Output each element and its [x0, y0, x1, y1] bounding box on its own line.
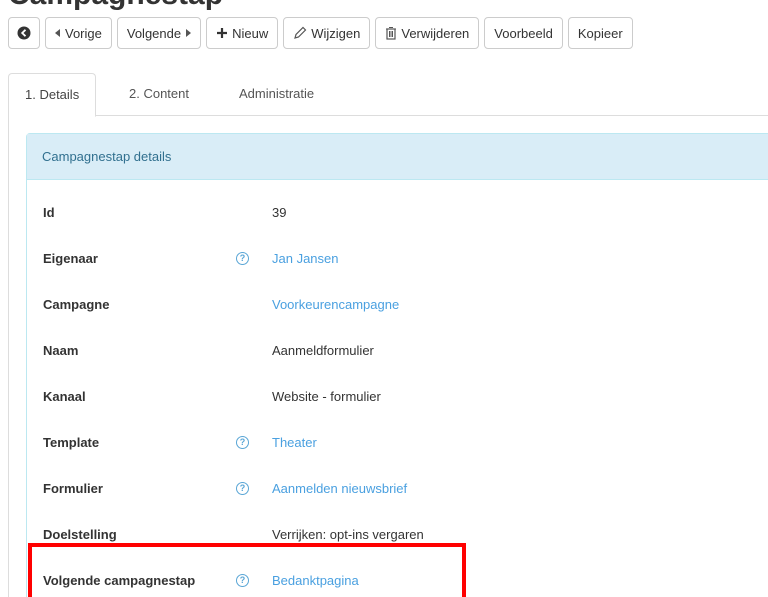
detail-value: Verrijken: opt-ins vergaren — [272, 526, 424, 542]
previous-button[interactable]: Vorige — [45, 17, 112, 49]
detail-label: Naam — [43, 342, 79, 358]
panel-title: Campagnestap details — [27, 134, 768, 180]
detail-row-doelstelling: Doelstelling Verrijken: opt-ins vergaren — [27, 511, 768, 557]
trash-icon — [385, 26, 397, 40]
toolbar: Vorige Volgende Nieuw Wijzigen Verwijder… — [8, 17, 633, 49]
help-icon[interactable]: ? — [236, 573, 249, 587]
next-button-label: Volgende — [126, 25, 182, 41]
page: Campagnestap Vorige Volgende Nieuw — [0, 0, 768, 597]
new-button-label: Nieuw — [232, 25, 269, 41]
edit-button[interactable]: Wijzigen — [283, 17, 371, 49]
copy-button[interactable]: Kopieer — [567, 17, 633, 49]
detail-label: Id — [43, 204, 55, 220]
template-link[interactable]: Theater — [272, 435, 317, 450]
detail-row-volgende-campagnestap: Volgende campagnestap ? Bedanktpagina — [27, 557, 768, 597]
plus-icon — [216, 27, 228, 39]
help-icon[interactable]: ? — [236, 481, 249, 495]
detail-row-naam: Naam Aanmeldformulier — [27, 327, 768, 373]
detail-label: Volgende campagnestap — [43, 572, 196, 588]
detail-row-kanaal: Kanaal Website - formulier — [27, 373, 768, 419]
next-button[interactable]: Volgende — [116, 17, 202, 49]
caret-right-icon — [185, 29, 192, 37]
detail-row-eigenaar: Eigenaar ? Jan Jansen — [27, 235, 768, 281]
help-icon[interactable]: ? — [236, 251, 249, 265]
circle-arrow-left-icon — [17, 26, 31, 40]
detail-value: 39 — [272, 204, 287, 220]
detail-value: Website - formulier — [272, 388, 381, 404]
tab-details[interactable]: 1. Details — [8, 73, 97, 117]
pencil-icon — [293, 26, 307, 40]
copy-button-label: Kopieer — [577, 25, 623, 41]
delete-button[interactable]: Verwijderen — [375, 17, 480, 49]
caret-left-icon — [55, 29, 61, 37]
delete-button-label: Verwijderen — [401, 25, 470, 41]
detail-label: Kanaal — [43, 388, 86, 404]
preview-button-label: Voorbeeld — [494, 25, 553, 41]
next-step-link[interactable]: Bedanktpagina — [272, 573, 359, 588]
detail-label: Campagne — [43, 296, 110, 312]
tab-bar: 1. Details 2. Content Administratie — [8, 73, 768, 117]
preview-button[interactable]: Voorbeeld — [484, 17, 563, 49]
details-panel: Campagnestap details Id 39 Eigenaar ? Ja… — [26, 133, 768, 597]
form-link[interactable]: Aanmelden nieuwsbrief — [272, 481, 407, 496]
tab-content[interactable]: 2. Content — [113, 73, 205, 116]
help-icon[interactable]: ? — [236, 435, 249, 449]
back-button[interactable] — [8, 17, 40, 49]
previous-button-label: Vorige — [65, 25, 102, 41]
detail-row-formulier: Formulier ? Aanmelden nieuwsbrief — [27, 465, 768, 511]
edit-button-label: Wijzigen — [311, 25, 361, 41]
detail-row-template: Template ? Theater — [27, 419, 768, 465]
detail-label: Eigenaar — [43, 250, 98, 266]
new-button[interactable]: Nieuw — [206, 17, 279, 49]
detail-row-id: Id 39 — [27, 189, 768, 235]
page-title: Campagnestap — [8, 0, 223, 12]
owner-link[interactable]: Jan Jansen — [272, 251, 339, 266]
detail-label: Template — [43, 434, 100, 450]
detail-row-campagne: Campagne Voorkeurencampagne — [27, 281, 768, 327]
detail-label: Formulier — [43, 480, 103, 496]
campaign-link[interactable]: Voorkeurencampagne — [272, 297, 399, 312]
detail-value: Aanmeldformulier — [272, 342, 374, 358]
tab-administratie[interactable]: Administratie — [223, 73, 330, 116]
detail-label: Doelstelling — [43, 526, 117, 542]
